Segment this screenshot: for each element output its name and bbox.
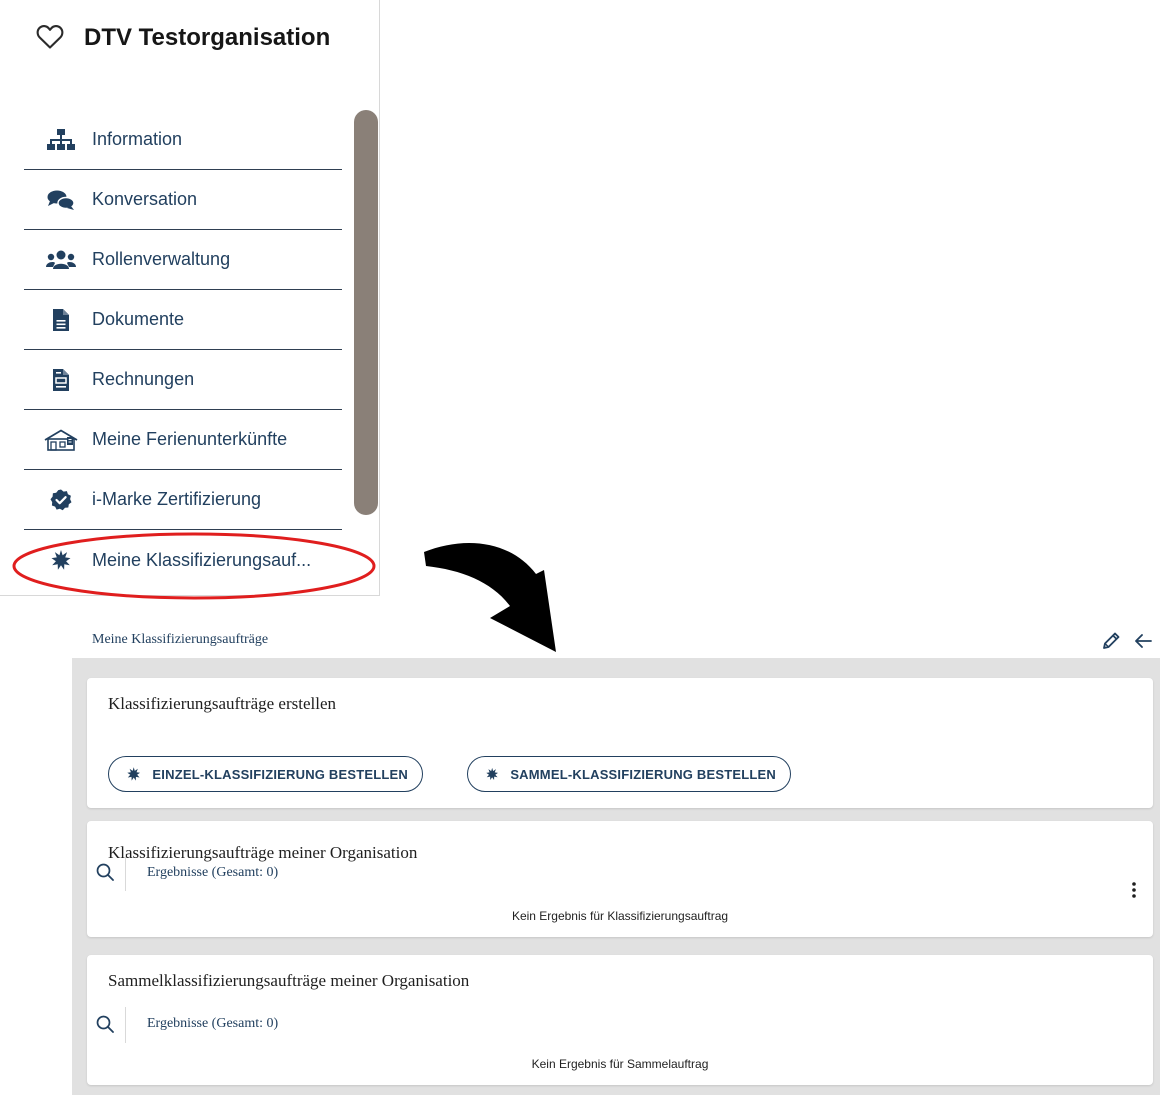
sitemap-icon xyxy=(44,128,78,152)
sidebar-item-label: Dokumente xyxy=(92,309,185,329)
main-content: Klassifizierungsaufträge erstellen EINZE… xyxy=(72,658,1160,1095)
star-burst-icon xyxy=(486,767,499,781)
sidebar-scrollbar[interactable] xyxy=(354,110,378,590)
sidebar-item-label: Information xyxy=(92,129,183,149)
org-title: DTV Testorganisation xyxy=(84,24,331,51)
card-title: Klassifizierungsaufträge meiner Organisa… xyxy=(108,843,418,862)
search-icon[interactable] xyxy=(96,863,114,881)
search-divider xyxy=(125,1007,126,1043)
back-arrow-icon[interactable] xyxy=(1132,630,1154,652)
empty-result-message: Kein Ergebnis für Sammelauftrag xyxy=(531,1057,709,1071)
page-title: Meine Klassifizierungsaufträge xyxy=(92,632,269,647)
results-count: Ergebnisse (Gesamt: 0) xyxy=(147,1016,279,1031)
button-label: SAMMEL-KLASSIFIZIERUNG BESTELLEN xyxy=(510,766,776,782)
card-title: Klassifizierungsaufträge erstellen xyxy=(108,694,336,713)
sidebar-item-label: Rollenverwaltung xyxy=(92,249,231,269)
heart-icon[interactable] xyxy=(36,24,64,50)
results-count: Ergebnisse (Gesamt: 0) xyxy=(147,865,279,880)
house-icon xyxy=(44,428,78,452)
sidebar-item-label: Meine Klassifizierungsauf... xyxy=(92,549,312,570)
curved-arrow-graphic xyxy=(424,542,556,652)
empty-result-message: Kein Ergebnis für Klassifizierungsauftra… xyxy=(511,909,729,923)
sidebar-item-information[interactable]: Information xyxy=(24,110,342,170)
sidebar-item-rechnungen[interactable]: Rechnungen xyxy=(24,350,342,410)
sidebar-item-label: Rechnungen xyxy=(92,369,195,389)
sidebar-item-label: Konversation xyxy=(92,189,198,209)
create-orders-card: Klassifizierungsaufträge erstellen EINZE… xyxy=(87,678,1153,808)
star-burst-icon xyxy=(127,767,141,781)
invoice-icon xyxy=(44,368,78,392)
certificate-badge-icon xyxy=(44,488,78,512)
card-title: Sammelklassifizierungsaufträge meiner Or… xyxy=(108,971,470,990)
edit-pencil-icon[interactable] xyxy=(1100,630,1122,652)
sidebar-item-klassifizierungsauftraege[interactable]: Meine Klassifizierungsauf... xyxy=(24,530,342,590)
search-divider xyxy=(125,855,126,891)
sidebar-item-dokumente[interactable]: Dokumente xyxy=(24,290,342,350)
order-single-classification-button[interactable]: EINZEL-KLASSIFIZIERUNG BESTELLEN xyxy=(108,756,423,792)
sidebar-item-ferienunterkuenfte[interactable]: Meine Ferienunterkünfte xyxy=(24,410,342,470)
organization-orders-card: Klassifizierungsaufträge meiner Organisa… xyxy=(87,821,1153,937)
order-bulk-classification-button[interactable]: SAMMEL-KLASSIFIZIERUNG BESTELLEN xyxy=(467,756,791,792)
comments-icon xyxy=(44,188,78,212)
file-icon xyxy=(44,308,78,332)
sidebar-item-label: Meine Ferienunterkünfte xyxy=(92,429,288,449)
sidebar-nav: Information Konversation Rollenverwaltun… xyxy=(24,110,342,590)
sidebar-item-rollenverwaltung[interactable]: Rollenverwaltung xyxy=(24,230,342,290)
button-label: EINZEL-KLASSIFIZIERUNG BESTELLEN xyxy=(152,766,408,782)
star-burst-icon xyxy=(44,548,78,572)
more-options-icon[interactable] xyxy=(1127,879,1141,901)
sidebar-item-label: i-Marke Zertifizierung xyxy=(92,489,262,509)
search-icon[interactable] xyxy=(96,1015,114,1033)
sidebar-item-konversation[interactable]: Konversation xyxy=(24,170,342,230)
sidebar-item-i-marke-zertifizierung[interactable]: i-Marke Zertifizierung xyxy=(24,470,342,530)
sidebar-scrollbar-thumb[interactable] xyxy=(354,110,378,515)
bulk-orders-card: Sammelklassifizierungsaufträge meiner Or… xyxy=(87,955,1153,1085)
sidebar: DTV Testorganisation Information Konvers… xyxy=(0,0,380,596)
users-icon xyxy=(44,248,78,272)
